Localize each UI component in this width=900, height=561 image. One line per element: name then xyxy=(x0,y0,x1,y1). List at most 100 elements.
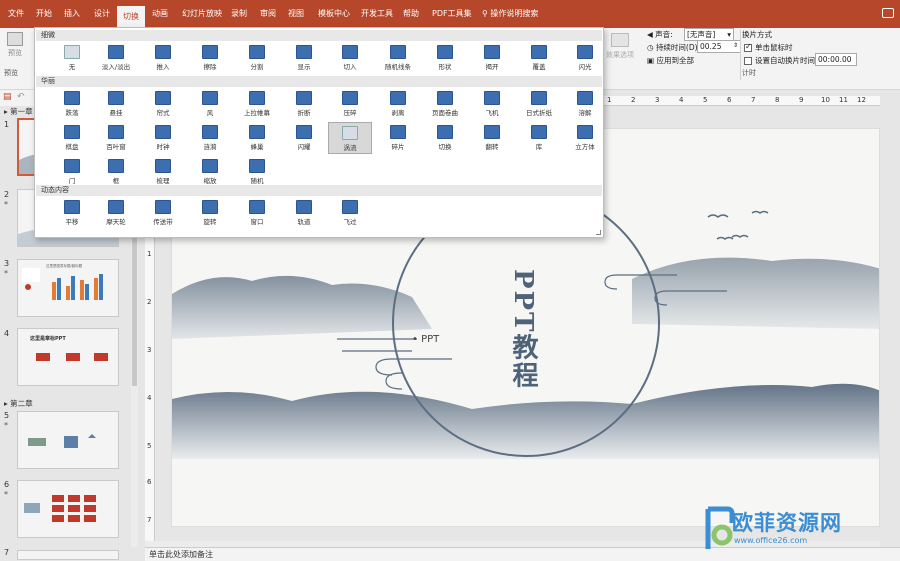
duration-input[interactable]: 00.25 ⇕ xyxy=(697,40,741,53)
transition-option[interactable]: 摩天轮 xyxy=(94,197,138,229)
transition-label: 随机线条 xyxy=(385,63,411,71)
tab-file[interactable]: 文件 xyxy=(2,0,30,28)
transition-option[interactable]: 百叶窗 xyxy=(94,122,138,154)
tab-transitions[interactable]: 切换 xyxy=(117,6,145,28)
transition-option[interactable]: 跌落 xyxy=(50,88,94,120)
on-mouse-click-checkbox[interactable]: 单击鼠标时 xyxy=(744,42,793,53)
resize-grip-icon[interactable] xyxy=(596,230,601,235)
after-time-input[interactable]: 00:00.00 xyxy=(815,53,857,66)
transition-option[interactable]: 日式折纸 xyxy=(517,88,561,120)
transition-option[interactable]: 形状 xyxy=(423,42,467,74)
transition-option[interactable]: 窗口 xyxy=(235,197,279,229)
tab-insert[interactable]: 插入 xyxy=(58,0,86,28)
ruler-tick: 2 xyxy=(631,96,636,104)
transition-option[interactable]: 推入 xyxy=(141,42,185,74)
tab-slideshow[interactable]: 幻灯片放映 xyxy=(176,0,228,28)
save-icon[interactable]: ▤ xyxy=(3,92,12,102)
ruler-tick: 1 xyxy=(607,96,612,104)
after-time-checkbox[interactable]: 设置自动换片时间: xyxy=(744,55,818,66)
slide-thumbnail-3[interactable]: 这里是图表标题/副标题 xyxy=(17,259,119,317)
ribbon-tab-bar: 文件 开始 插入 设计 切换 动画 幻灯片放映 录制 审阅 视图 模板中心 开发… xyxy=(0,0,900,28)
transition-option[interactable]: 揭开 xyxy=(470,42,514,74)
transition-option[interactable]: 时钟 xyxy=(141,122,185,154)
undo-icon[interactable]: ↶ xyxy=(17,92,25,102)
transition-option[interactable]: 涟漪 xyxy=(188,122,232,154)
tab-record[interactable]: 录制 xyxy=(225,0,253,28)
transition-icon xyxy=(108,159,124,173)
after-time-value: 00:00.00 xyxy=(818,55,852,64)
tab-pdf-tools[interactable]: PDF工具集 xyxy=(426,0,478,28)
transition-option[interactable]: 随机线条 xyxy=(376,42,420,74)
slide-title[interactable]: PPT教程 xyxy=(508,269,542,389)
transition-icon xyxy=(202,159,218,173)
transition-option[interactable]: 闪光 xyxy=(563,42,607,74)
transition-option[interactable]: 风 xyxy=(188,88,232,120)
tell-me-search[interactable]: ⚲ 操作说明搜索 xyxy=(482,0,538,28)
transition-option[interactable]: 剥离 xyxy=(376,88,420,120)
transition-label: 无 xyxy=(68,63,76,71)
transition-option[interactable]: 页面卷曲 xyxy=(423,88,467,120)
tab-design[interactable]: 设计 xyxy=(88,0,116,28)
scrollbar-thumb[interactable] xyxy=(132,226,137,386)
transition-option[interactable]: 蜂巢 xyxy=(235,122,279,154)
slide-thumbnail-7[interactable] xyxy=(17,550,119,560)
preview-button[interactable]: 预览 xyxy=(3,28,27,64)
transition-option[interactable]: 分割 xyxy=(235,42,279,74)
tab-view[interactable]: 视图 xyxy=(282,0,310,28)
slide-subtitle[interactable]: • PPT xyxy=(412,334,439,345)
transition-option[interactable]: 显示 xyxy=(282,42,326,74)
transition-option[interactable]: 轨道 xyxy=(282,197,326,229)
tab-home[interactable]: 开始 xyxy=(30,0,58,28)
section-heading-2[interactable]: ▸ 第二章 xyxy=(4,398,33,409)
transition-option[interactable]: 切入 xyxy=(328,42,372,74)
section-heading-1[interactable]: ▸ 第一章 xyxy=(4,106,33,117)
transition-option[interactable]: 传送带 xyxy=(141,197,185,229)
transition-option[interactable]: 涡流 xyxy=(328,122,372,154)
tab-animations[interactable]: 动画 xyxy=(146,0,174,28)
transition-option[interactable]: 库 xyxy=(517,122,561,154)
transition-option[interactable]: 平移 xyxy=(50,197,94,229)
tab-developer[interactable]: 开发工具 xyxy=(355,0,399,28)
transition-option[interactable]: 门 xyxy=(50,156,94,188)
transition-option[interactable]: 飞机 xyxy=(470,88,514,120)
transition-option[interactable]: 悬挂 xyxy=(94,88,138,120)
transition-option[interactable]: 帘式 xyxy=(141,88,185,120)
apply-all-button[interactable]: ▣ 应用到全部 xyxy=(647,55,694,66)
transition-option[interactable]: 梳理 xyxy=(141,156,185,188)
transition-option[interactable]: 立方体 xyxy=(563,122,607,154)
transition-icon xyxy=(108,200,124,214)
tab-help[interactable]: 帮助 xyxy=(397,0,425,28)
transition-option[interactable]: 压碎 xyxy=(328,88,372,120)
transition-option[interactable]: 缩放 xyxy=(188,156,232,188)
slide-thumbnail-4[interactable]: 这里是章标PPT xyxy=(17,328,119,386)
transition-icon xyxy=(64,125,80,139)
transition-gallery: 细微无 淡入/淡出 推入 擦除 分割 显示 切入 随机线条 形状 揭开 覆盖 闪光 华丽 跌落 悬挂 帘式 风 上… xyxy=(34,27,604,238)
transition-label: 折断 xyxy=(297,109,311,117)
ruler-tick: 3 xyxy=(655,96,660,104)
transition-option[interactable]: 翻转 xyxy=(470,122,514,154)
transition-option[interactable]: 闪耀 xyxy=(282,122,326,154)
comment-icon[interactable] xyxy=(882,8,894,18)
transition-option[interactable]: 擦除 xyxy=(188,42,232,74)
transition-option[interactable]: 飞过 xyxy=(328,197,372,229)
tab-review[interactable]: 审阅 xyxy=(254,0,282,28)
transition-option[interactable]: 溶解 xyxy=(563,88,607,120)
transition-option[interactable]: 切换 xyxy=(423,122,467,154)
transition-option[interactable]: 棋盘 xyxy=(50,122,94,154)
transition-icon xyxy=(202,125,218,139)
transition-option[interactable]: 折断 xyxy=(282,88,326,120)
ruler-tick: 10 xyxy=(821,96,830,104)
tab-template-center[interactable]: 模板中心 xyxy=(312,0,356,28)
transition-option[interactable]: 上拉帷幕 xyxy=(235,88,279,120)
transition-option[interactable]: 无 xyxy=(50,42,94,74)
slide-thumbnail-5[interactable] xyxy=(17,411,119,469)
checkbox-checked-icon xyxy=(744,42,752,52)
transition-option[interactable]: 覆盖 xyxy=(517,42,561,74)
transition-option[interactable]: 旋转 xyxy=(188,197,232,229)
transition-option[interactable]: 淡入/淡出 xyxy=(94,42,138,74)
transition-option[interactable]: 随机 xyxy=(235,156,279,188)
transition-option[interactable]: 碎片 xyxy=(376,122,420,154)
transition-option[interactable]: 框 xyxy=(94,156,138,188)
transition-icon xyxy=(108,125,124,139)
slide-thumbnail-6[interactable] xyxy=(17,480,119,538)
